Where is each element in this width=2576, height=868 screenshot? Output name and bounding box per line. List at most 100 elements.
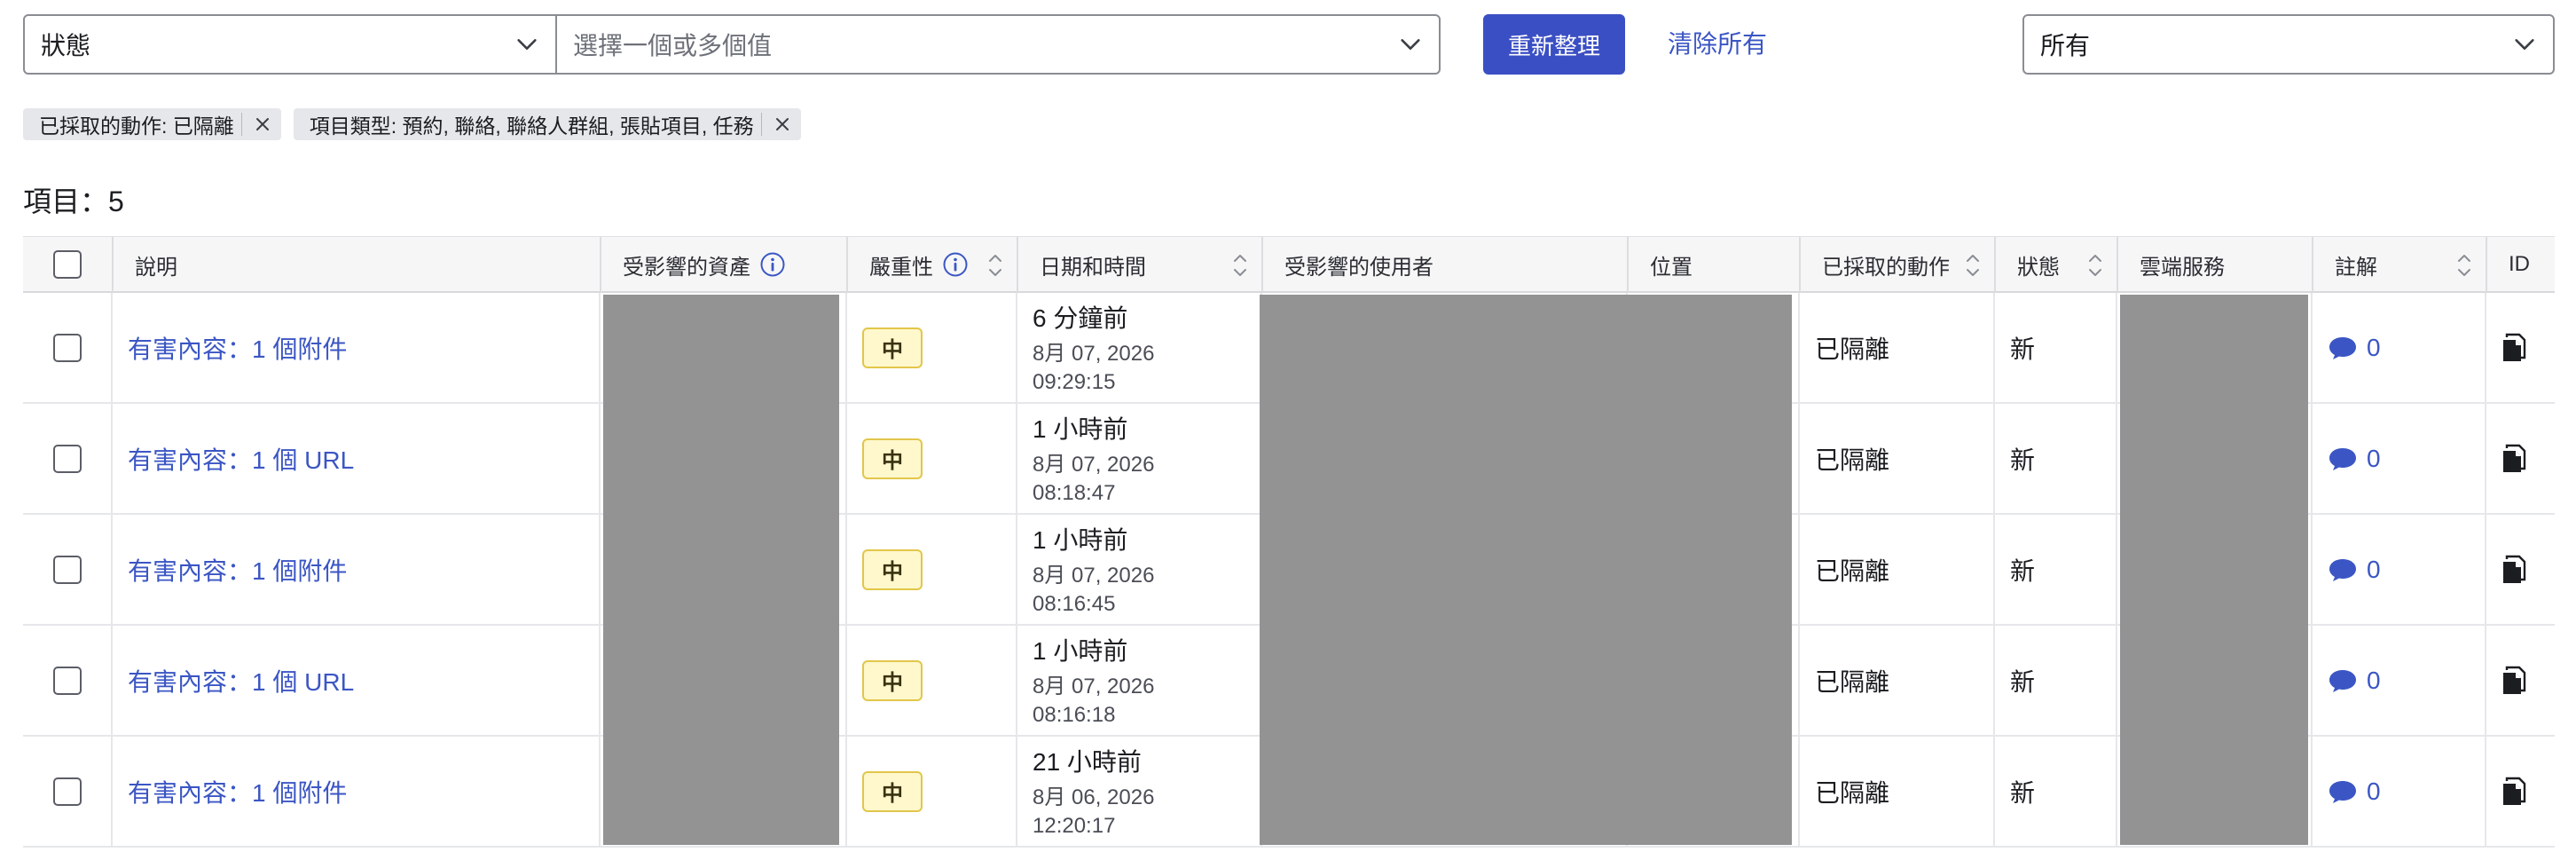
- action-taken-cell: 已隔離: [1799, 515, 1994, 624]
- header-affected-users: 受影響的使用者: [1261, 237, 1627, 292]
- close-icon[interactable]: [771, 113, 794, 136]
- description-link[interactable]: 有害內容：1 個附件: [112, 774, 347, 809]
- header-id: ID: [2486, 237, 2555, 292]
- header-status-label: 狀態: [2017, 255, 2060, 280]
- description-link[interactable]: 有害內容：1 個附件: [112, 330, 347, 366]
- sort-icon[interactable]: [2455, 249, 2473, 281]
- chevron-down-icon: [1398, 32, 1423, 57]
- row-select-cell: [23, 515, 112, 624]
- status-cell: 新: [1994, 515, 2117, 624]
- action-taken-cell: 已隔離: [1799, 404, 1994, 513]
- sort-icon[interactable]: [2086, 249, 2104, 281]
- comment-icon: [2329, 336, 2356, 359]
- info-icon[interactable]: [759, 251, 786, 278]
- filter-chip-label: 已採取的動作: 已隔離: [39, 114, 234, 138]
- header-action-taken[interactable]: 已採取的動作: [1799, 237, 1994, 292]
- notes-cell[interactable]: 0: [2312, 737, 2486, 846]
- notes-count: 0: [2367, 444, 2381, 472]
- comment-icon: [2329, 558, 2356, 581]
- row-checkbox[interactable]: [53, 777, 82, 806]
- sort-icon[interactable]: [1231, 249, 1249, 281]
- status-text: 新: [2010, 667, 2036, 696]
- header-action-taken-label: 已採取的動作: [1822, 255, 1950, 280]
- severity-cell: 中: [846, 515, 1017, 624]
- filter-field-select[interactable]: 狀態: [25, 16, 557, 73]
- chevron-down-icon: [514, 32, 539, 57]
- date-text: 8月 07, 2026: [1033, 674, 1155, 698]
- status-cell: 新: [1994, 293, 2117, 402]
- action-taken-cell: 已隔離: [1799, 737, 1994, 846]
- filter-values-select[interactable]: 選擇一個或多個值: [557, 16, 1439, 73]
- id-cell[interactable]: [2486, 515, 2555, 624]
- date-text: 8月 07, 2026: [1033, 563, 1155, 588]
- severity-cell: 中: [846, 293, 1017, 402]
- row-select-cell: [23, 404, 112, 513]
- filter-chip-label: 項目類型: 預約, 聯絡, 聯絡人群組, 張貼項目, 任務: [309, 114, 754, 138]
- row-checkbox[interactable]: [53, 555, 82, 584]
- close-icon[interactable]: [251, 113, 274, 136]
- severity-cell: 中: [846, 404, 1017, 513]
- sort-icon[interactable]: [986, 249, 1004, 281]
- relative-time: 1 小時前: [1033, 636, 1128, 665]
- action-taken-cell: 已隔離: [1799, 293, 1994, 402]
- sort-icon[interactable]: [1964, 249, 1982, 281]
- id-cell[interactable]: [2486, 737, 2555, 846]
- row-select-cell: [23, 626, 112, 735]
- row-checkbox[interactable]: [53, 444, 82, 473]
- notes-cell[interactable]: 0: [2312, 404, 2486, 513]
- action-taken-text: 已隔離: [1815, 446, 1890, 474]
- row-select-cell: [23, 737, 112, 846]
- info-icon[interactable]: [942, 251, 969, 278]
- filter-field-value: 狀態: [41, 32, 91, 59]
- header-affected-users-label: 受影響的使用者: [1284, 255, 1433, 280]
- notes-count: 0: [2367, 333, 2381, 361]
- datetime-cell: 21 小時前 8月 06, 2026 12:20:17: [1017, 737, 1261, 846]
- severity-badge: 中: [862, 548, 923, 590]
- relative-time: 1 小時前: [1033, 414, 1128, 443]
- relative-time: 21 小時前: [1033, 747, 1142, 776]
- header-status[interactable]: 狀態: [1994, 237, 2117, 292]
- description-link[interactable]: 有害內容：1 個 URL: [112, 663, 354, 698]
- header-description-label: 說明: [135, 255, 177, 280]
- comment-icon: [2329, 780, 2356, 803]
- clear-all-link[interactable]: 清除所有: [1668, 25, 1767, 60]
- scope-select[interactable]: 所有: [2022, 14, 2555, 75]
- item-count: 項目：5: [23, 185, 124, 217]
- row-checkbox[interactable]: [53, 333, 82, 362]
- notes-cell[interactable]: 0: [2312, 515, 2486, 624]
- id-cell[interactable]: [2486, 293, 2555, 402]
- time-text: 09:29:15: [1033, 369, 1116, 394]
- refresh-button[interactable]: 重新整理: [1483, 14, 1625, 75]
- severity-badge: 中: [862, 327, 923, 368]
- header-location-label: 位置: [1650, 255, 1692, 280]
- select-all-checkbox[interactable]: [53, 250, 82, 279]
- copy-icon: [2503, 444, 2526, 472]
- relative-time: 1 小時前: [1033, 525, 1128, 554]
- notes-cell[interactable]: 0: [2312, 293, 2486, 402]
- header-datetime[interactable]: 日期和時間: [1017, 237, 1261, 292]
- time-text: 08:16:18: [1033, 702, 1116, 727]
- date-text: 8月 07, 2026: [1033, 341, 1155, 366]
- header-notes[interactable]: 註解: [2312, 237, 2486, 292]
- status-cell: 新: [1994, 404, 2117, 513]
- active-filter-chips: 已採取的動作: 已隔離 項目類型: 預約, 聯絡, 聯絡人群組, 張貼項目, 任…: [23, 108, 801, 140]
- row-checkbox[interactable]: [53, 666, 82, 695]
- header-cloud-service: 雲端服務: [2117, 237, 2312, 292]
- redacted-cloud-service: [2120, 295, 2308, 845]
- id-cell[interactable]: [2486, 626, 2555, 735]
- id-cell[interactable]: [2486, 404, 2555, 513]
- filter-values-placeholder: 選擇一個或多個值: [573, 32, 773, 59]
- severity-cell: 中: [846, 626, 1017, 735]
- header-location: 位置: [1627, 237, 1799, 292]
- description-link[interactable]: 有害內容：1 個附件: [112, 552, 347, 588]
- header-severity[interactable]: 嚴重性: [846, 237, 1017, 292]
- time-text: 08:16:45: [1033, 591, 1116, 616]
- status-text: 新: [2010, 778, 2036, 807]
- header-affected-assets-label: 受影響的資產: [623, 255, 750, 280]
- severity-badge: 中: [862, 659, 923, 701]
- notes-cell[interactable]: 0: [2312, 626, 2486, 735]
- description-cell: 有害內容：1 個 URL: [112, 626, 600, 735]
- filter-group: 狀態 選擇一個或多個值: [23, 14, 1441, 75]
- description-link[interactable]: 有害內容：1 個 URL: [112, 441, 354, 477]
- severity-cell: 中: [846, 737, 1017, 846]
